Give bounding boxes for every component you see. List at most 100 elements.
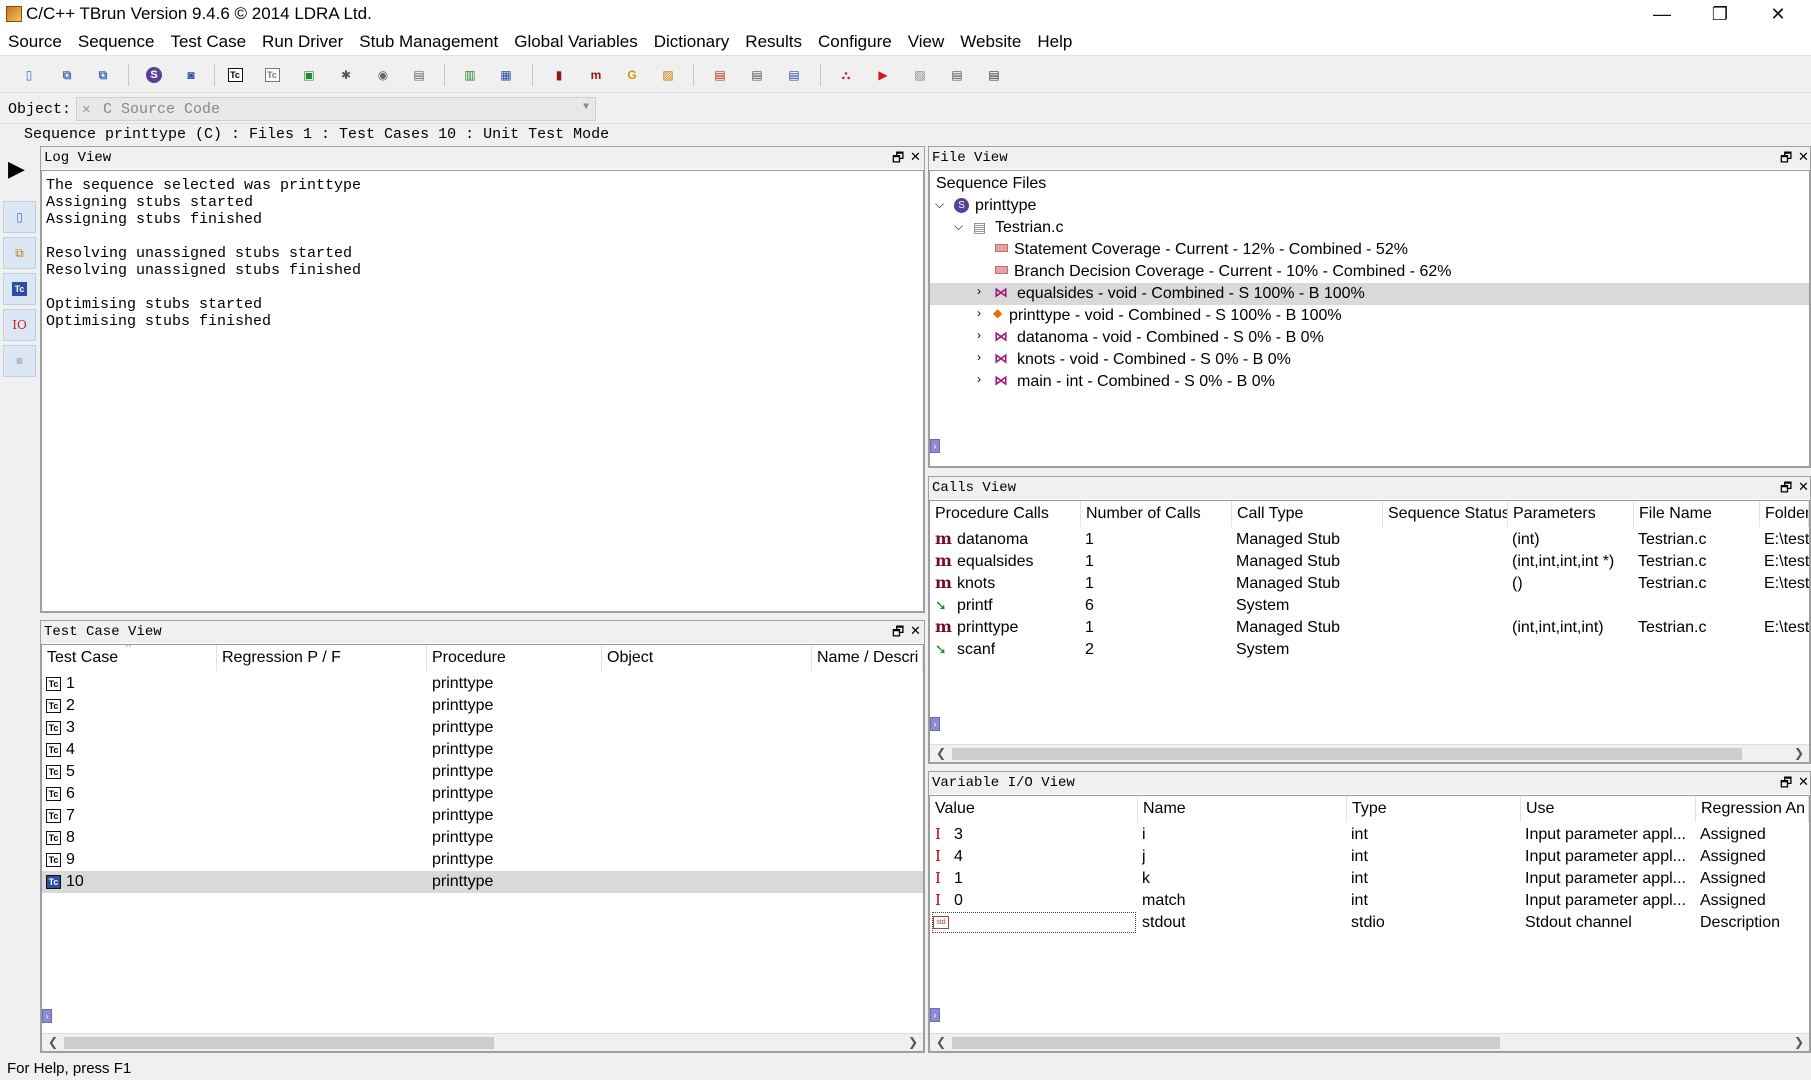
scroll-left-icon[interactable]: ❮ (936, 1035, 946, 1049)
test-case-copy-icon[interactable]: Tc (261, 64, 283, 86)
table-row[interactable]: I 1 k int Input parameter appl... Assigned (930, 868, 1809, 890)
table-row[interactable]: m datanoma 1 Managed Stub (int) Testrian.c E:\… (930, 529, 1809, 551)
table-row[interactable]: Tc 2 printtype (42, 695, 923, 717)
scrollbar-thumb[interactable] (952, 748, 1742, 760)
scrollbar-thumb[interactable] (952, 1037, 1500, 1049)
chevron-down-icon[interactable]: ⌵ (954, 219, 963, 234)
sidebar-io-icon[interactable]: IO (3, 309, 36, 341)
copy-icon[interactable]: ⧉ (56, 64, 78, 86)
table-row[interactable]: Tc 10 printtype (42, 871, 923, 893)
table-row[interactable]: ➘ scanf 2 System (930, 639, 1809, 661)
tree-procedure[interactable]: datanoma - void - Combined - S 0% - B 0% (1017, 329, 1324, 347)
restore-icon[interactable]: 🗗 (1780, 774, 1792, 796)
table-row[interactable]: Tc 4 printtype (42, 739, 923, 761)
sidebar-files-icon[interactable]: ⧉ (3, 237, 36, 269)
expand-tab-icon[interactable]: › (930, 717, 940, 731)
tree-procedure[interactable]: printtype - void - Combined - S 100% - B… (1009, 307, 1342, 325)
close-button[interactable]: ✕ (1749, 0, 1807, 28)
column-header-name[interactable]: Name (1138, 796, 1347, 822)
document-blue-icon[interactable]: ▤ (783, 64, 805, 86)
table-row[interactable]: Tc 9 printtype (42, 849, 923, 871)
expand-tab-icon[interactable]: › (930, 1008, 940, 1022)
chart-icon[interactable]: ▨ (657, 64, 679, 86)
menu-configure[interactable]: Configure (810, 32, 900, 52)
chevron-right-icon[interactable]: › (977, 306, 981, 320)
sequence-files-icon[interactable]: ◙ (180, 64, 202, 86)
flowgraph-icon[interactable]: ⛬ (835, 64, 857, 86)
list-file-icon[interactable]: ▤ (983, 64, 1005, 86)
table-row[interactable]: Tc 3 printtype (42, 717, 923, 739)
text-file-icon[interactable]: ▤ (946, 64, 968, 86)
chevron-right-icon[interactable]: › (977, 284, 981, 298)
menu-help[interactable]: Help (1029, 32, 1080, 52)
column-header-regression-analysis[interactable]: Regression An (1696, 796, 1809, 822)
tree-coverage[interactable]: Statement Coverage - Current - 12% - Com… (1014, 241, 1408, 259)
horizontal-scrollbar[interactable]: ❮ ❯ (930, 1033, 1809, 1051)
menu-dictionary[interactable]: Dictionary (646, 32, 738, 52)
paste-icon[interactable]: ⧉ (92, 64, 114, 86)
column-header-procedure-calls[interactable]: Procedure Calls (930, 501, 1081, 527)
table-row[interactable]: I 0 match int Input parameter appl... Assigne… (930, 890, 1809, 912)
sequence-icon[interactable]: S (146, 67, 162, 83)
table-row[interactable]: m equalsides 1 Managed Stub (int,int,int,int… (930, 551, 1809, 573)
play-icon[interactable]: ▶ (8, 156, 25, 182)
document-icon[interactable]: ▤ (746, 64, 768, 86)
table-row[interactable]: I 4 j int Input parameter appl... Assigned (930, 846, 1809, 868)
scroll-right-icon[interactable]: ❯ (908, 1035, 918, 1049)
column-header-sequence-status[interactable]: Sequence Status (1383, 501, 1508, 527)
disk-icon[interactable]: ▤ (408, 64, 430, 86)
menu-website[interactable]: Website (952, 32, 1029, 52)
column-header-file-name[interactable]: File Name (1634, 501, 1760, 527)
tree-procedure[interactable]: knots - void - Combined - S 0% - B 0% (1017, 351, 1291, 369)
chevron-right-icon[interactable]: › (977, 372, 981, 386)
scroll-left-icon[interactable]: ❮ (936, 746, 946, 760)
tree-procedure[interactable]: main - int - Combined - S 0% - B 0% (1017, 373, 1275, 391)
menu-results[interactable]: Results (737, 32, 810, 52)
sidebar-list-icon[interactable]: ≡ (3, 345, 36, 377)
gallery-icon[interactable]: ▨ (909, 64, 931, 86)
column-header-procedure[interactable]: Procedure (427, 645, 602, 671)
menu-global-variables[interactable]: Global Variables (506, 32, 645, 52)
menu-view[interactable]: View (900, 32, 953, 52)
global-icon[interactable]: G (621, 64, 643, 86)
column-header-object[interactable]: Object (602, 645, 812, 671)
horizontal-scrollbar[interactable]: ❮ ❯ (930, 744, 1809, 762)
scroll-right-icon[interactable]: ❯ (1794, 1035, 1804, 1049)
column-header-number-of-calls[interactable]: Number of Calls (1081, 501, 1232, 527)
restore-icon[interactable]: 🗗 (892, 623, 904, 645)
maximize-button[interactable]: ❐ (1691, 0, 1749, 28)
column-header-value[interactable]: Value (930, 796, 1138, 822)
table-row[interactable]: I 3 i int Input parameter appl... Assigned (930, 824, 1809, 846)
close-icon[interactable]: ✕ (910, 623, 921, 639)
sidebar-sequence-icon[interactable]: ▯ (3, 201, 36, 233)
horizontal-scrollbar[interactable]: ❮ ❯ (42, 1033, 923, 1051)
run-all-icon[interactable]: ▦ (495, 64, 517, 86)
report-icon[interactable]: ▤ (709, 64, 731, 86)
close-icon[interactable]: ✕ (1798, 479, 1809, 495)
tree-coverage[interactable]: Branch Decision Coverage - Current - 10%… (1014, 263, 1452, 281)
new-file-icon[interactable]: ▯ (18, 64, 40, 86)
chevron-right-icon[interactable]: › (977, 328, 981, 342)
scroll-left-icon[interactable]: ❮ (48, 1035, 58, 1049)
column-header-regression[interactable]: Regression P / F (217, 645, 427, 671)
table-row[interactable]: m printtype 1 Managed Stub (int,int,int,int)… (930, 617, 1809, 639)
column-header-use[interactable]: Use (1521, 796, 1696, 822)
managed-icon[interactable]: m (585, 64, 607, 86)
import-icon[interactable]: ▣ (298, 64, 320, 86)
close-icon[interactable]: ✕ (1798, 149, 1809, 165)
close-icon[interactable]: ✕ (910, 149, 921, 165)
scroll-right-icon[interactable]: ❯ (1794, 746, 1804, 760)
close-icon[interactable]: ✕ (1798, 774, 1809, 790)
record-icon[interactable]: ◉ (372, 64, 394, 86)
column-header-parameters[interactable]: Parameters (1508, 501, 1634, 527)
table-row[interactable]: Tc 8 printtype (42, 827, 923, 849)
test-case-icon[interactable]: Tc (224, 64, 246, 86)
menu-stub-management[interactable]: Stub Management (351, 32, 506, 52)
table-row[interactable]: Tc 1 printtype (42, 673, 923, 695)
bug-icon[interactable]: ✱ (335, 64, 357, 86)
restore-icon[interactable]: 🗗 (1780, 479, 1792, 501)
tree-procedure[interactable]: equalsides - void - Combined - S 100% - … (1017, 285, 1365, 303)
object-dropdown[interactable]: ✕ C Source Code ▼ (76, 97, 596, 121)
expand-tab-icon[interactable]: › (930, 439, 940, 453)
menu-test-case[interactable]: Test Case (162, 32, 254, 52)
